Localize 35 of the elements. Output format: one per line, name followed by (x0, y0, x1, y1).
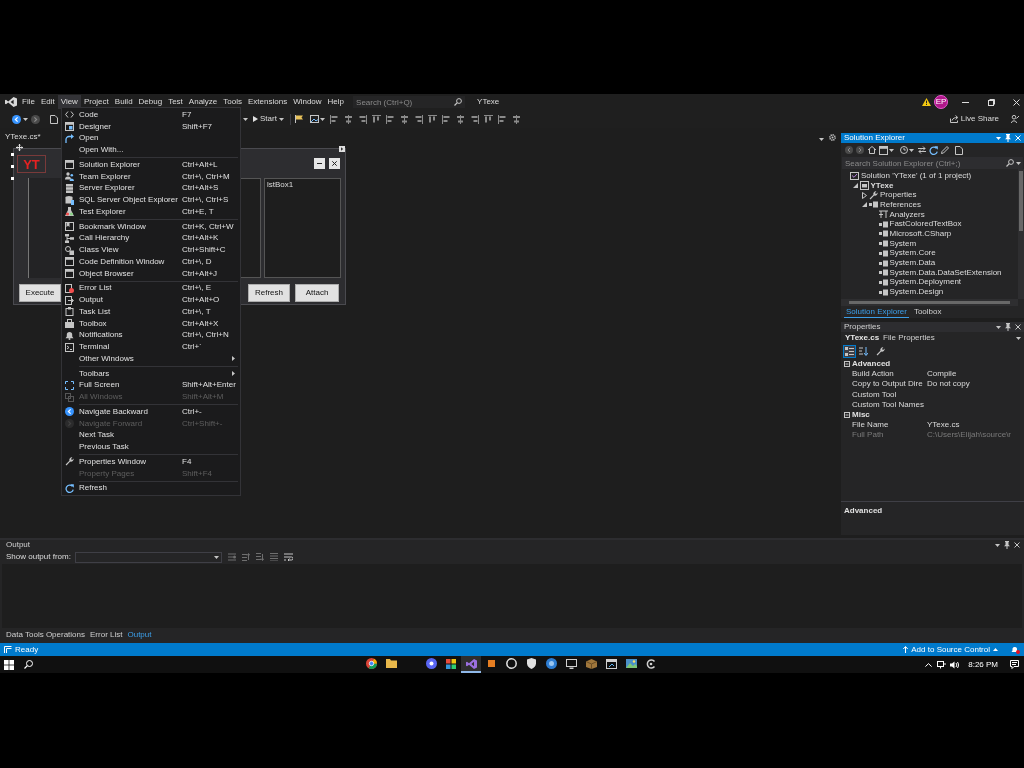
panel-title: Properties (844, 323, 881, 331)
shortcut-text: Shift+Alt+M (182, 393, 224, 402)
panel-title: Solution Explorer (844, 134, 905, 142)
shortcut-text: Ctrl+\, D (182, 257, 212, 266)
shortcut-text: Ctrl+\, Ctrl+S (182, 196, 229, 205)
category-name: Misc (852, 411, 870, 420)
output-source-label: Show output from: (6, 553, 71, 561)
shortcut-text: Shift+Alt+Enter (182, 381, 236, 390)
shortcut-text: Ctrl+Shift+C (182, 246, 226, 255)
shortcut-text: Ctrl+Alt+J (182, 269, 218, 278)
shortcut-text: Shift+F7 (182, 122, 212, 131)
object-type: File Properties (883, 334, 935, 342)
shortcut-text: Ctrl+\, Ctrl+N (182, 331, 229, 340)
logo: YT (17, 155, 46, 173)
shortcut-text: Ctrl+Alt+L (182, 160, 218, 169)
shortcut-text: Ctrl+Alt+K (182, 234, 219, 243)
shortcut-text: Shift+F4 (182, 469, 212, 478)
shortcut-text: Ctrl+\, T (182, 307, 211, 316)
shortcut-text: Ctrl+\, E (182, 284, 212, 293)
panel-title: Output (6, 541, 30, 549)
object-name: YTexe.cs (845, 334, 880, 342)
shortcut-text: Ctrl+- (182, 407, 202, 416)
shortcut-text: F7 (182, 110, 192, 119)
shortcut-text: Ctrl+Alt+S (182, 184, 219, 193)
shortcut-text: Ctrl+Alt+O (182, 296, 220, 305)
shortcut-text: Ctrl+` (182, 343, 202, 352)
category-name: Advanced (852, 360, 891, 369)
shortcut-text: F4 (182, 457, 192, 466)
shortcut-text: Ctrl+\, Ctrl+M (182, 172, 230, 181)
shortcut-text: Ctrl+K, Ctrl+W (182, 222, 234, 231)
window-title: YTexe (477, 98, 500, 106)
shortcut-text: Ctrl+E, T (182, 207, 214, 216)
status-text: Ready (15, 645, 39, 654)
description-title: Advanced (844, 506, 883, 515)
shortcut-text: Ctrl+Alt+X (182, 319, 219, 328)
